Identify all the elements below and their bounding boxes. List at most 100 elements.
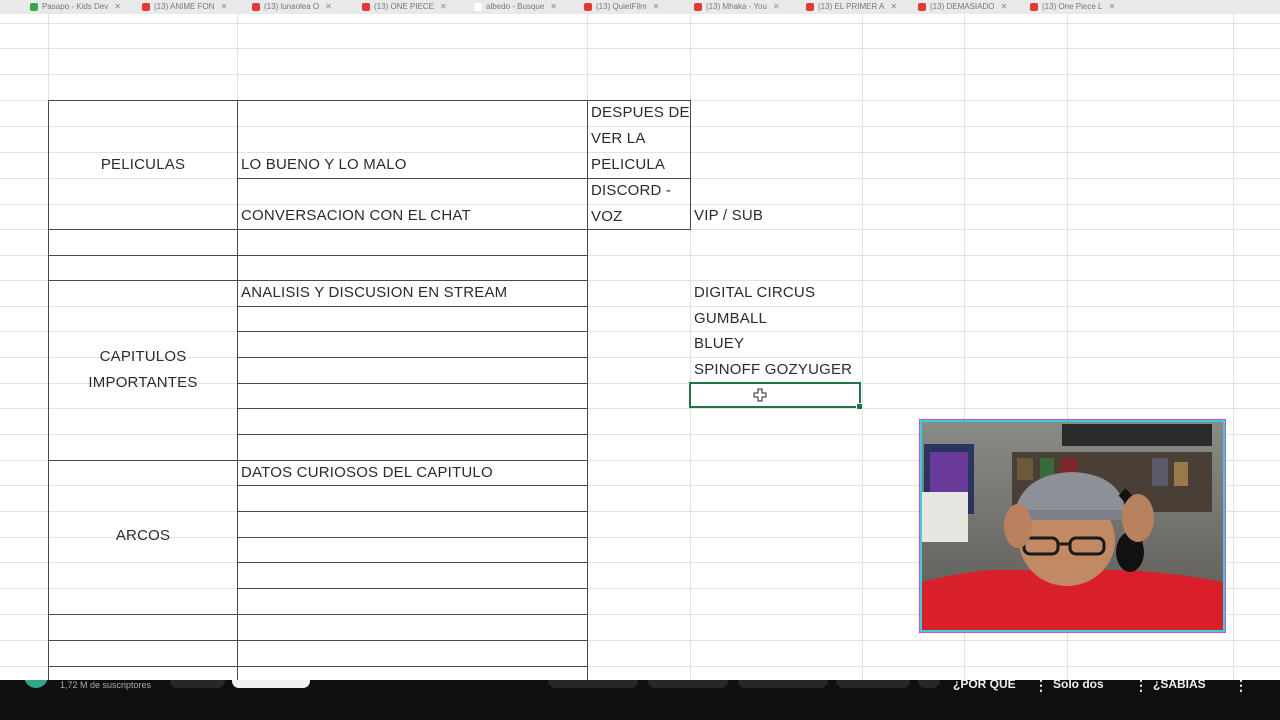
- download-button[interactable]: [738, 680, 828, 688]
- cell-border-line: [48, 255, 588, 256]
- cell-arcos[interactable]: ARCOS: [49, 523, 237, 549]
- clip-button[interactable]: [836, 680, 910, 688]
- browser-tab[interactable]: (13) EL PRIMER A ✕: [806, 2, 897, 14]
- cell-lo-bueno-y-lo-malo[interactable]: LO BUENO Y LO MALO: [241, 152, 407, 178]
- tab-favicon-icon: [142, 2, 150, 11]
- short-title-3[interactable]: ¿SABIAS: [1153, 680, 1206, 691]
- browser-tab[interactable]: (13) One Piece L ✕: [1030, 2, 1115, 14]
- cell-border-line: [237, 511, 588, 512]
- tab-label: albedo - Busque: [486, 2, 545, 11]
- tab-favicon-icon: [474, 2, 482, 11]
- like-button[interactable]: [548, 680, 638, 688]
- tab-close-icon[interactable]: ✕: [220, 2, 227, 11]
- action-chip[interactable]: [170, 680, 225, 688]
- row-gridline: [0, 331, 1280, 332]
- tab-label: (13) lunaolea O: [264, 2, 320, 11]
- short-title-2[interactable]: Solo dos: [1053, 680, 1104, 691]
- short-title-1[interactable]: ¿POR QUE: [953, 680, 1016, 691]
- column-gridline: [862, 14, 863, 680]
- tab-favicon-icon: [806, 2, 814, 11]
- cell-analisis-y-discusion[interactable]: ANALISIS Y DISCUSION EN STREAM: [241, 280, 507, 306]
- active-cell-selection[interactable]: [689, 382, 863, 410]
- row-gridline: [0, 306, 1280, 307]
- more-options-icon[interactable]: ⋮: [1234, 680, 1248, 692]
- streamer-camera-image: [922, 422, 1223, 630]
- subscriber-count: 1,72 M de suscriptores: [60, 680, 152, 690]
- cell-list-item-4[interactable]: SPINOFF GOZYUGER: [694, 357, 852, 383]
- tab-close-icon[interactable]: ✕: [114, 2, 121, 11]
- cell-border-line: [237, 537, 588, 538]
- browser-tab[interactable]: (13) ANIME FON ✕: [142, 2, 227, 14]
- tab-close-icon[interactable]: ✕: [890, 2, 897, 11]
- cell-border-line: [237, 331, 588, 332]
- more-options-icon[interactable]: ⋮: [1134, 680, 1148, 692]
- row-gridline: [0, 23, 1280, 24]
- cell-border-line: [237, 434, 588, 435]
- tab-label: (13) Mhaka - You: [706, 2, 767, 11]
- tab-close-icon[interactable]: ✕: [440, 2, 447, 11]
- youtube-bottom-bar: 1,72 M de suscriptores ¿POR QUE ⋮ Solo d…: [0, 680, 1280, 720]
- browser-tab[interactable]: (13) QuietFilm ✕: [584, 2, 659, 14]
- tab-favicon-icon: [1030, 2, 1038, 11]
- tab-favicon-icon: [30, 2, 38, 11]
- tab-close-icon[interactable]: ✕: [773, 2, 780, 11]
- row-gridline: [0, 48, 1280, 49]
- cell-border-line: [237, 306, 588, 307]
- browser-tab-strip: Pasapo - Kids Dev ✕ (13) ANIME FON ✕ (13) lu…: [0, 0, 1280, 15]
- tab-label: (13) One Piece L: [1042, 2, 1103, 11]
- share-button[interactable]: [648, 680, 728, 688]
- browser-tab[interactable]: albedo - Busque ✕: [474, 2, 557, 14]
- cell-border-line: [237, 588, 588, 589]
- cell-border-line: [587, 100, 588, 680]
- tab-close-icon[interactable]: ✕: [653, 2, 660, 11]
- tab-close-icon[interactable]: ✕: [1000, 2, 1007, 11]
- tab-label: (13) EL PRIMER A: [818, 2, 885, 11]
- more-button[interactable]: [918, 680, 940, 688]
- browser-tab[interactable]: (13) ONE PIECE ✕: [362, 2, 447, 14]
- browser-tab[interactable]: (13) Mhaka - You ✕: [694, 2, 780, 14]
- tab-favicon-icon: [584, 2, 592, 11]
- fill-handle[interactable]: [856, 403, 863, 410]
- tab-favicon-icon: [252, 2, 260, 11]
- cell-border-line: [237, 383, 588, 384]
- row-gridline: [0, 408, 1280, 409]
- more-options-icon[interactable]: ⋮: [1034, 680, 1048, 692]
- cell-border-line: [48, 614, 588, 615]
- tab-label: (13) DEMASIADO: [930, 2, 995, 11]
- browser-tab[interactable]: (13) lunaolea O ✕: [252, 2, 332, 14]
- cell-capitulos-importantes[interactable]: CAPITULOS IMPORTANTES: [49, 344, 237, 396]
- cell-border-line: [237, 100, 238, 680]
- cell-border-line: [237, 562, 588, 563]
- webcam-overlay: [920, 420, 1225, 632]
- cell-conversacion-con-el-chat[interactable]: CONVERSACION CON EL CHAT: [241, 203, 471, 229]
- cell-discord-voz[interactable]: DISCORD - VOZ: [591, 178, 687, 230]
- row-gridline: [0, 74, 1280, 75]
- tab-label: (13) QuietFilm: [596, 2, 647, 11]
- cell-list-item-3[interactable]: BLUEY: [694, 331, 744, 357]
- tab-close-icon[interactable]: ✕: [550, 2, 557, 11]
- cell-border-line: [48, 640, 588, 641]
- tab-label: (13) ONE PIECE: [374, 2, 435, 11]
- cell-peliculas[interactable]: PELICULAS: [49, 152, 237, 178]
- cell-datos-curiosos[interactable]: DATOS CURIOSOS DEL CAPITULO: [241, 460, 493, 486]
- channel-avatar[interactable]: [24, 680, 48, 688]
- cell-vip-sub[interactable]: VIP / SUB: [694, 203, 763, 229]
- cell-border-line: [237, 357, 588, 358]
- column-gridline: [1233, 14, 1234, 680]
- browser-tab[interactable]: (13) DEMASIADO ✕: [918, 2, 1007, 14]
- browser-tab[interactable]: Pasapo - Kids Dev ✕: [30, 2, 121, 14]
- cell-list-item-1[interactable]: DIGITAL CIRCUS: [694, 280, 815, 306]
- tab-favicon-icon: [694, 2, 702, 11]
- tab-label: Pasapo - Kids Dev: [42, 2, 109, 11]
- cell-list-item-2[interactable]: GUMBALL: [694, 306, 767, 332]
- subscribe-button[interactable]: [232, 680, 310, 688]
- cell-cursor-icon: [753, 388, 767, 402]
- cell-despues-de-ver[interactable]: DESPUES DE VER LA PELICULA: [591, 100, 691, 178]
- tab-close-icon[interactable]: ✕: [325, 2, 332, 11]
- tab-favicon-icon: [362, 2, 370, 11]
- tab-favicon-icon: [918, 2, 926, 11]
- tab-close-icon[interactable]: ✕: [1108, 2, 1115, 11]
- cell-border-line: [48, 666, 588, 667]
- tab-label: (13) ANIME FON: [154, 2, 215, 11]
- cell-border-line: [237, 408, 588, 409]
